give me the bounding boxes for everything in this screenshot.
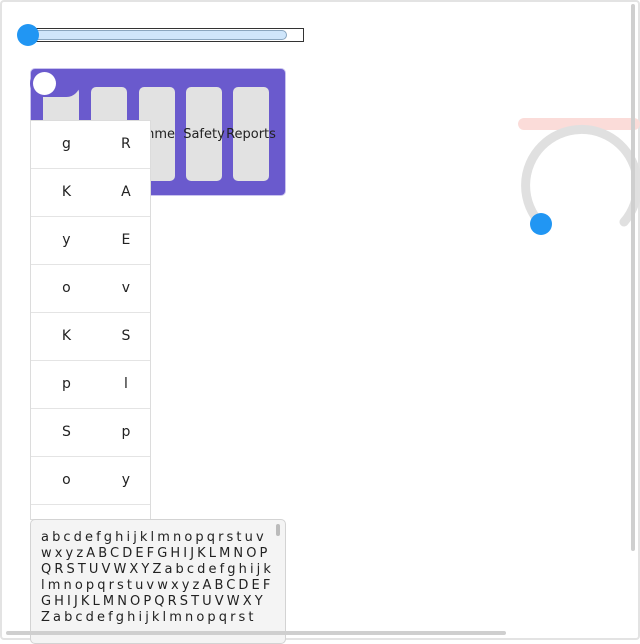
grid-cell[interactable]: K [31,313,102,360]
toggle-switch[interactable] [30,70,80,97]
grid-cell[interactable]: o [31,457,102,504]
grid-cell[interactable]: S [102,313,150,360]
grid-row[interactable]: KS [31,313,150,361]
vertical-scrollbar[interactable] [631,4,635,551]
tab-label: Safety [183,126,225,142]
circular-knob[interactable] [512,112,640,242]
text-area[interactable]: abcdefghijklmnopqrstuvwxyzABCDEFGHIJKLMN… [30,519,286,644]
knob-track [521,124,640,229]
grid-cell[interactable]: E [102,217,150,264]
grid-cell[interactable]: R [102,121,150,168]
grid-cell[interactable]: g [31,121,102,168]
knob-thumb[interactable] [530,213,552,235]
horizontal-scrollbar[interactable] [6,631,506,635]
grid-cell[interactable]: K [31,169,102,216]
grid-row[interactable]: ov [31,265,150,313]
slider-thumb[interactable] [17,24,39,46]
tab-reports[interactable]: Reports [226,87,276,181]
horizontal-slider[interactable] [17,24,304,46]
grid-cell[interactable]: A [102,169,150,216]
text-content: abcdefghijklmnopqrstuvwxyzABCDEFGHIJKLMN… [41,530,275,625]
grid-cell[interactable]: v [102,265,150,312]
grid-cell[interactable]: p [102,409,150,456]
text-scrollbar[interactable] [276,524,280,536]
grid-row[interactable]: Sp [31,409,150,457]
tab-safety[interactable]: Safety [183,87,225,181]
grid-cell[interactable]: S [31,409,102,456]
grid-row[interactable]: KA [31,169,150,217]
grid-row[interactable]: gR [31,121,150,169]
grid-cell[interactable]: p [31,361,102,408]
grid-row[interactable]: yE [31,217,150,265]
grid-cell[interactable]: o [31,265,102,312]
grid-cell[interactable]: y [102,457,150,504]
grid-row[interactable]: pl [31,361,150,409]
tab-label: Reports [226,126,276,142]
grid-cell[interactable]: y [31,217,102,264]
grid-row[interactable]: oy [31,457,150,505]
grid-cell[interactable]: l [102,361,150,408]
character-grid-dropdown[interactable]: gR KA yE ov KS pl Sp oy [30,120,151,520]
toggle-knob[interactable] [33,72,56,95]
slider-track[interactable] [29,30,287,40]
